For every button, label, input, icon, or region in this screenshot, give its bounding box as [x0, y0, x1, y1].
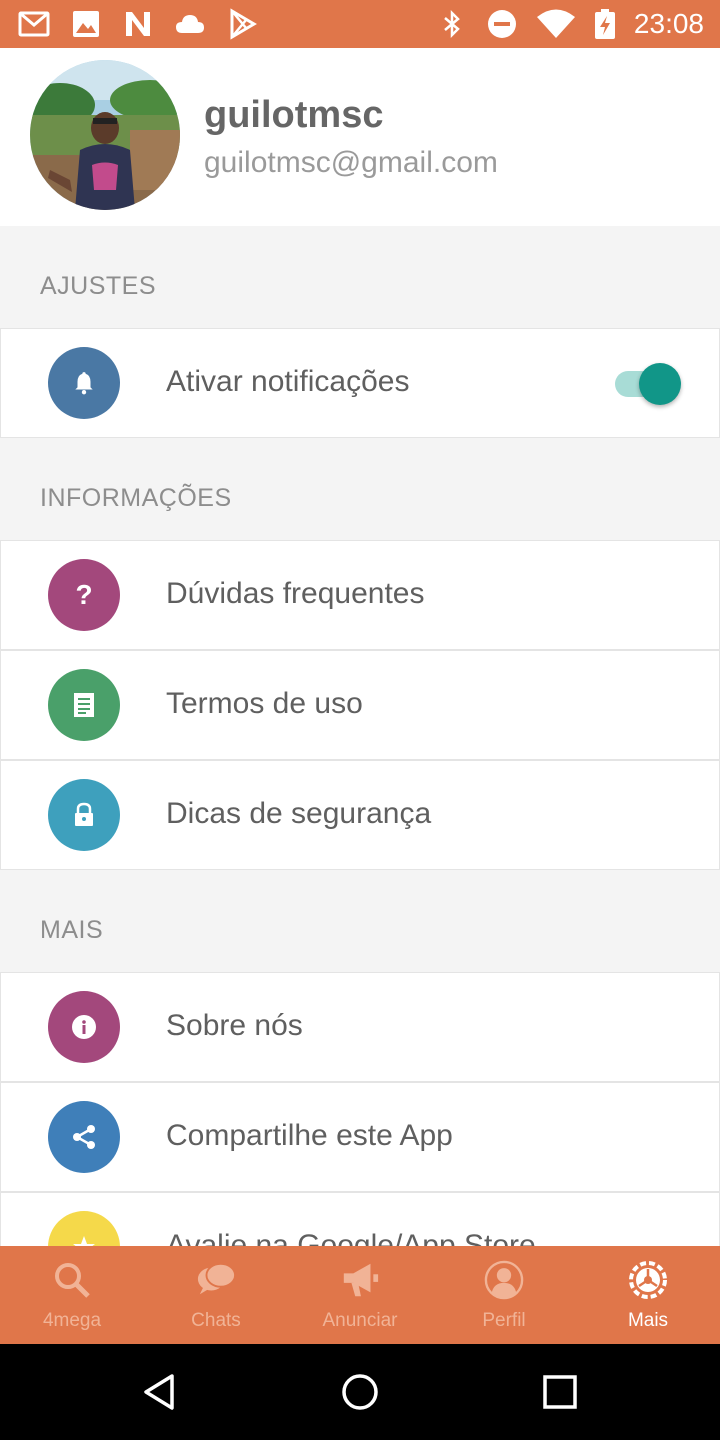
nav-item-4mega[interactable]: 4mega: [0, 1246, 144, 1344]
nav-item-perfil[interactable]: Perfil: [432, 1246, 576, 1344]
nav-item-chats[interactable]: Chats: [144, 1246, 288, 1344]
settings-icon: [628, 1260, 668, 1300]
do-not-disturb-icon: [487, 10, 516, 38]
profile-header: guilotmsc guilotmsc@gmail.com: [0, 48, 720, 226]
notifications-toggle[interactable]: [615, 363, 681, 405]
avatar[interactable]: [30, 60, 180, 210]
section-label-informacoes: INFORMAÇÕES: [40, 484, 232, 512]
battery-charging-icon: [594, 9, 615, 39]
lock-icon: [48, 779, 120, 851]
cloud-icon: [176, 15, 204, 33]
section-label-ajustes: AJUSTES: [40, 272, 157, 300]
bottom-nav: 4mega Chats Anunciar Perfil Mais: [0, 1246, 720, 1344]
settings-row-faq[interactable]: ? Dúvidas frequentes: [0, 540, 720, 650]
search-icon: [52, 1260, 92, 1300]
user-email: guilotmsc@gmail.com: [204, 146, 498, 179]
row-label-terms: Termos de uso: [166, 687, 363, 720]
nav-label-perfil: Perfil: [482, 1310, 526, 1331]
question-icon: ?: [48, 559, 120, 631]
wifi-icon: [536, 9, 575, 38]
row-label-faq: Dúvidas frequentes: [166, 577, 425, 610]
android-nav-bar: [0, 1344, 720, 1440]
nav-label-4mega: 4mega: [42, 1310, 102, 1331]
home-icon[interactable]: [340, 1372, 380, 1412]
settings-row-security-tips[interactable]: Dicas de segurança: [0, 760, 720, 870]
document-icon: [48, 669, 120, 741]
share-icon: [48, 1101, 120, 1173]
bluetooth-icon: [444, 9, 460, 39]
settings-row-share[interactable]: Compartilhe este App: [0, 1082, 720, 1192]
nav-item-mais[interactable]: Mais: [576, 1246, 720, 1344]
settings-row-about[interactable]: Sobre nós: [0, 972, 720, 1082]
person-icon: [484, 1260, 524, 1300]
play-store-icon: [230, 8, 257, 40]
status-right-icons: 23:08: [436, 8, 704, 40]
back-icon[interactable]: [140, 1372, 180, 1412]
row-label-notifications: Ativar notificações: [166, 365, 410, 398]
row-label-about: Sobre nós: [166, 1009, 303, 1042]
row-label-security-tips: Dicas de segurança: [166, 797, 432, 830]
nav-label-mais: Mais: [627, 1310, 669, 1331]
gallery-icon: [73, 11, 99, 37]
section-label-mais: MAIS: [40, 916, 104, 944]
status-time: 23:08: [633, 8, 704, 39]
nav-item-anunciar[interactable]: Anunciar: [288, 1246, 432, 1344]
chat-bubbles-icon: [196, 1260, 236, 1300]
username: guilotmsc: [204, 94, 384, 136]
settings-row-notifications[interactable]: Ativar notificações: [0, 328, 720, 438]
bell-icon: [48, 347, 120, 419]
toggle-thumb: [639, 363, 681, 405]
status-bar: 23:08: [0, 0, 720, 48]
info-icon: [48, 991, 120, 1063]
recents-icon[interactable]: [540, 1372, 580, 1412]
status-left-icons: [18, 8, 258, 40]
nav-label-chats: Chats: [191, 1310, 241, 1331]
megaphone-icon: [340, 1260, 380, 1300]
settings-row-terms[interactable]: Termos de uso: [0, 650, 720, 760]
nav-label-anunciar: Anunciar: [322, 1310, 398, 1331]
gmail-icon: [18, 11, 50, 37]
n-app-icon: [126, 12, 150, 36]
row-label-share: Compartilhe este App: [166, 1119, 453, 1152]
